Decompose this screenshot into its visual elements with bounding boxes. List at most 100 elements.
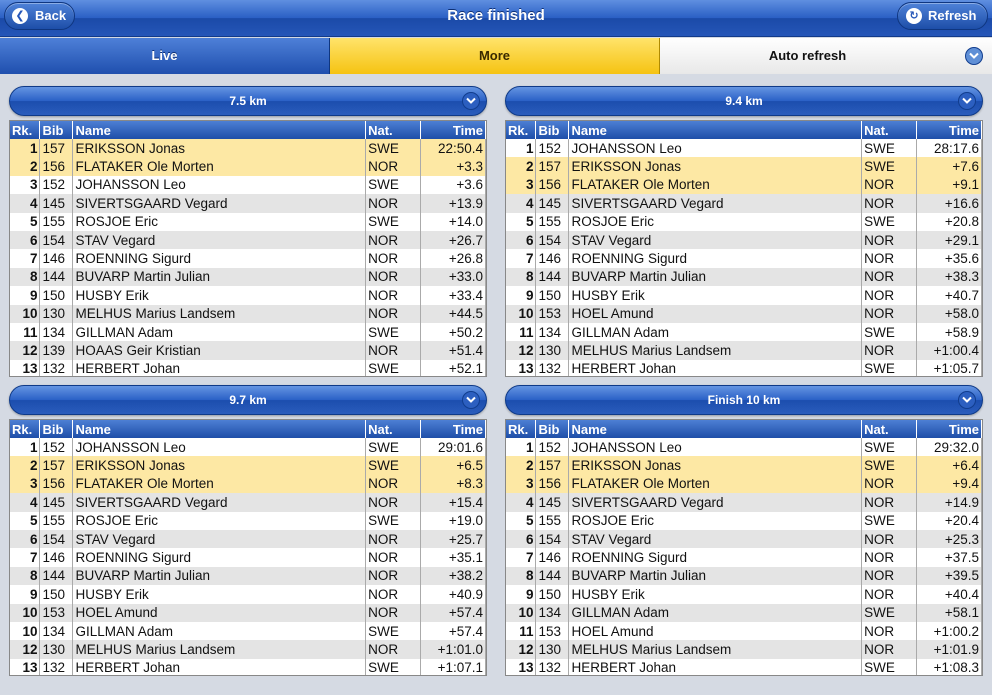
table-row[interactable]: 10 153 HOEL Amund NOR +57.4 [10, 603, 486, 622]
col-name[interactable]: Name [72, 420, 367, 438]
table-row[interactable]: 4 145 SIVERTSGAARD Vegard NOR +15.4 [10, 493, 486, 512]
table-row[interactable]: 12 139 HOAAS Geir Kristian NOR +51.4 [10, 341, 486, 360]
col-rank[interactable]: Rk. [506, 121, 537, 139]
table-row[interactable]: 3 156 FLATAKER Ole Morten NOR +9.4 [506, 474, 982, 494]
table-row[interactable]: 9 150 HUSBY Erik NOR +40.9 [10, 585, 486, 604]
chevron-down-icon[interactable] [958, 391, 976, 409]
split-selector[interactable]: 7.5 km [9, 86, 487, 116]
refresh-button-label: Refresh [928, 8, 977, 23]
table-row[interactable]: 8 144 BUVARP Martin Julian NOR +39.5 [506, 566, 982, 586]
table-row[interactable]: 7 146 ROENNING Sigurd NOR +35.1 [10, 548, 486, 567]
rank-cell: 7 [506, 249, 537, 268]
chevron-down-icon[interactable] [958, 92, 976, 110]
table-row[interactable]: 8 144 BUVARP Martin Julian NOR +33.0 [10, 267, 486, 287]
col-time[interactable]: Time [916, 121, 982, 139]
col-time[interactable]: Time [916, 420, 982, 438]
table-row[interactable]: 1 157 ERIKSSON Jonas SWE 22:50.4 [10, 139, 486, 158]
col-time[interactable]: Time [420, 121, 486, 139]
table-row[interactable]: 1 152 JOHANSSON Leo SWE 28:17.6 [506, 139, 982, 158]
table-row[interactable]: 7 146 ROENNING Sigurd NOR +35.6 [506, 249, 982, 268]
rank-cell: 11 [506, 322, 537, 342]
tab-more[interactable]: More [330, 38, 660, 74]
rank-cell: 3 [506, 175, 537, 195]
table-row[interactable]: 12 130 MELHUS Marius Landsem NOR +1:01.0 [10, 640, 486, 659]
table-row[interactable]: 6 154 STAV Vegard NOR +25.3 [506, 529, 982, 549]
table-row[interactable]: 10 153 HOEL Amund NOR +58.0 [506, 304, 982, 323]
table-row[interactable]: 2 157 ERIKSSON Jonas SWE +6.5 [10, 456, 486, 475]
table-row[interactable]: 5 155 ROSJOE Eric SWE +20.8 [506, 212, 982, 231]
col-nat[interactable]: Nat. [861, 420, 918, 438]
chevron-down-icon[interactable] [965, 47, 983, 65]
results-table[interactable]: Rk. Bib Name Nat. Time 1 152 JOHANSSON Leo SWE 29… [9, 419, 487, 676]
col-rank[interactable]: Rk. [10, 420, 41, 438]
col-name[interactable]: Name [72, 121, 367, 139]
col-nat[interactable]: Nat. [365, 420, 422, 438]
col-bib[interactable]: Bib [39, 121, 74, 139]
table-row[interactable]: 7 146 ROENNING Sigurd NOR +37.5 [506, 548, 982, 567]
table-row[interactable]: 7 146 ROENNING Sigurd NOR +26.8 [10, 249, 486, 268]
table-row[interactable]: 4 145 SIVERTSGAARD Vegard NOR +14.9 [506, 493, 982, 512]
split-selector[interactable]: 9.4 km [505, 86, 983, 116]
split-selector[interactable]: Finish 10 km [505, 385, 983, 415]
table-row[interactable]: 13 132 HERBERT Johan SWE +1:07.1 [10, 658, 486, 675]
tab-live[interactable]: Live [0, 38, 330, 74]
chevron-down-icon[interactable] [462, 391, 480, 409]
table-row[interactable]: 5 155 ROSJOE Eric SWE +19.0 [10, 511, 486, 530]
table-row[interactable]: 10 130 MELHUS Marius Landsem NOR +44.5 [10, 304, 486, 323]
table-row[interactable]: 12 130 MELHUS Marius Landsem NOR +1:01.9 [506, 640, 982, 659]
table-row[interactable]: 8 144 BUVARP Martin Julian NOR +38.2 [10, 566, 486, 586]
table-row[interactable]: 5 155 ROSJOE Eric SWE +14.0 [10, 212, 486, 231]
rank-cell: 4 [506, 493, 537, 512]
table-row[interactable]: 4 145 SIVERTSGAARD Vegard NOR +13.9 [10, 194, 486, 213]
table-row[interactable]: 11 153 HOEL Amund NOR +1:00.2 [506, 621, 982, 641]
col-bib[interactable]: Bib [39, 420, 74, 438]
col-bib[interactable]: Bib [535, 420, 570, 438]
back-button[interactable]: ❮ Back [4, 2, 75, 30]
table-row[interactable]: 11 134 GILLMAN Adam SWE +58.9 [506, 322, 982, 342]
results-table[interactable]: Rk. Bib Name Nat. Time 1 157 ERIKSSON Jonas SWE 2… [9, 120, 487, 377]
table-row[interactable]: 3 156 FLATAKER Ole Morten NOR +8.3 [10, 474, 486, 494]
auto-refresh-select[interactable]: Auto refresh [660, 38, 992, 74]
table-row[interactable]: 6 154 STAV Vegard NOR +26.7 [10, 230, 486, 250]
table-row[interactable]: 12 130 MELHUS Marius Landsem NOR +1:00.4 [506, 341, 982, 360]
table-row[interactable]: 10 134 GILLMAN Adam SWE +58.1 [506, 603, 982, 622]
table-row[interactable]: 1 152 JOHANSSON Leo SWE 29:32.0 [506, 438, 982, 457]
time-cell: +58.1 [916, 603, 982, 622]
table-row[interactable]: 2 156 FLATAKER Ole Morten NOR +3.3 [10, 157, 486, 176]
table-row[interactable]: 4 145 SIVERTSGAARD Vegard NOR +16.6 [506, 194, 982, 213]
col-bib[interactable]: Bib [535, 121, 570, 139]
results-table[interactable]: Rk. Bib Name Nat. Time 1 152 JOHANSSON Leo SWE 28… [505, 120, 983, 377]
col-nat[interactable]: Nat. [365, 121, 422, 139]
table-row[interactable]: 13 132 HERBERT Johan SWE +1:05.7 [506, 359, 982, 376]
table-row[interactable]: 13 132 HERBERT Johan SWE +1:08.3 [506, 658, 982, 675]
table-row[interactable]: 9 150 HUSBY Erik NOR +40.7 [506, 286, 982, 305]
table-row[interactable]: 10 134 GILLMAN Adam SWE +57.4 [10, 621, 486, 641]
col-name[interactable]: Name [568, 121, 863, 139]
col-time[interactable]: Time [420, 420, 486, 438]
chevron-down-icon[interactable] [462, 92, 480, 110]
time-cell: +57.4 [420, 603, 486, 622]
table-row[interactable]: 9 150 HUSBY Erik NOR +33.4 [10, 286, 486, 305]
table-row[interactable]: 11 134 GILLMAN Adam SWE +50.2 [10, 322, 486, 342]
refresh-button[interactable]: ↻ Refresh [897, 2, 988, 30]
rank-cell: 10 [506, 603, 537, 622]
col-rank[interactable]: Rk. [506, 420, 537, 438]
name-cell: BUVARP Martin Julian [568, 566, 863, 586]
table-row[interactable]: 1 152 JOHANSSON Leo SWE 29:01.6 [10, 438, 486, 457]
split-selector[interactable]: 9.7 km [9, 385, 487, 415]
table-row[interactable]: 3 156 FLATAKER Ole Morten NOR +9.1 [506, 175, 982, 195]
table-row[interactable]: 9 150 HUSBY Erik NOR +40.4 [506, 585, 982, 604]
table-row[interactable]: 6 154 STAV Vegard NOR +29.1 [506, 230, 982, 250]
table-row[interactable]: 5 155 ROSJOE Eric SWE +20.4 [506, 511, 982, 530]
time-cell: +33.0 [420, 267, 486, 287]
results-table[interactable]: Rk. Bib Name Nat. Time 1 152 JOHANSSON Leo SWE 29… [505, 419, 983, 676]
col-nat[interactable]: Nat. [861, 121, 918, 139]
col-name[interactable]: Name [568, 420, 863, 438]
col-rank[interactable]: Rk. [10, 121, 41, 139]
table-row[interactable]: 2 157 ERIKSSON Jonas SWE +7.6 [506, 157, 982, 176]
table-row[interactable]: 3 152 JOHANSSON Leo SWE +3.6 [10, 175, 486, 195]
table-row[interactable]: 8 144 BUVARP Martin Julian NOR +38.3 [506, 267, 982, 287]
table-row[interactable]: 13 132 HERBERT Johan SWE +52.1 [10, 359, 486, 376]
table-row[interactable]: 6 154 STAV Vegard NOR +25.7 [10, 529, 486, 549]
table-row[interactable]: 2 157 ERIKSSON Jonas SWE +6.4 [506, 456, 982, 475]
